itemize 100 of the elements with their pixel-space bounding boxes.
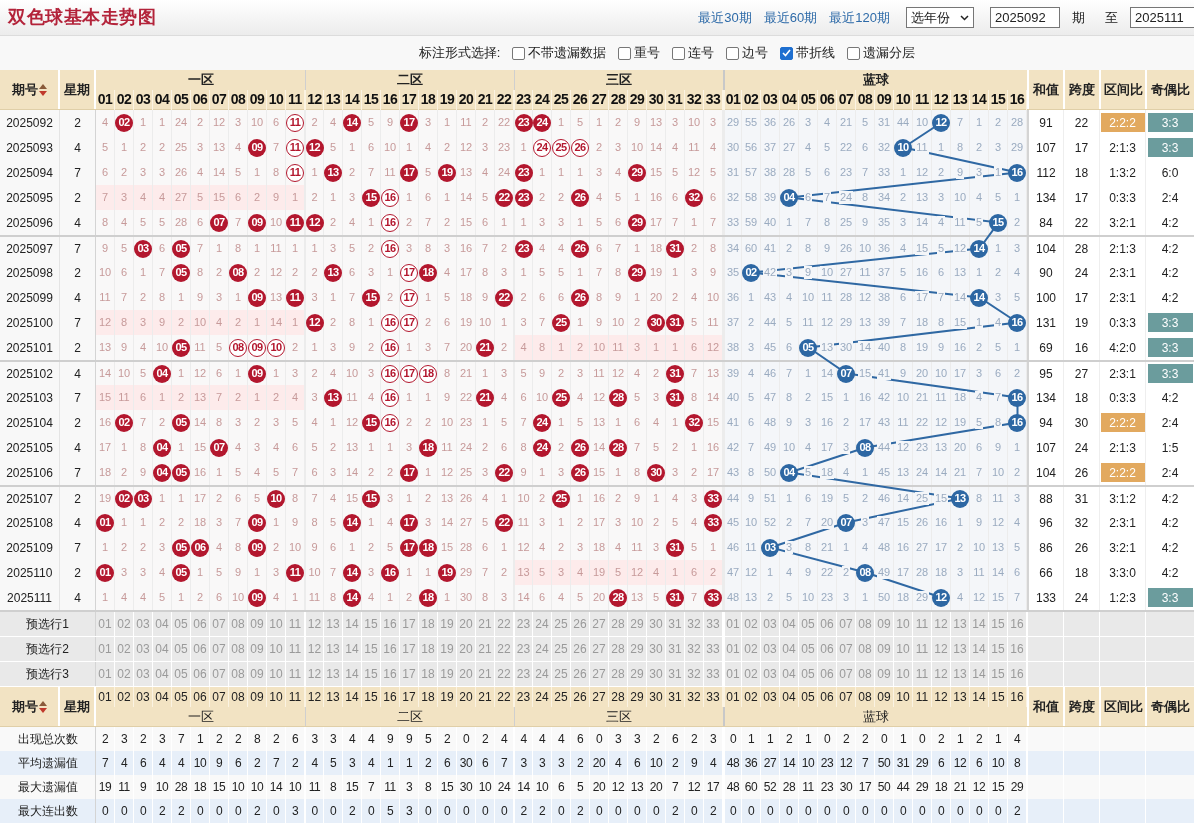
- checkbox[interactable]: [726, 46, 740, 60]
- number-toggle[interactable]: 03: [761, 662, 780, 686]
- number-toggle[interactable]: 28: [609, 637, 628, 661]
- number-toggle[interactable]: 19: [438, 662, 457, 686]
- number-toggle[interactable]: 16: [381, 662, 400, 686]
- number-toggle[interactable]: 31: [666, 662, 685, 686]
- number-toggle[interactable]: 14: [970, 662, 989, 686]
- number-toggle[interactable]: 04: [153, 612, 172, 636]
- number-toggle[interactable]: 32: [685, 612, 704, 636]
- number-toggle[interactable]: 12: [305, 612, 324, 636]
- checkbox-label[interactable]: 连号: [688, 43, 715, 63]
- number-toggle[interactable]: 16: [1008, 637, 1027, 661]
- number-toggle[interactable]: 13: [324, 662, 343, 686]
- number-toggle[interactable]: 11: [913, 637, 932, 661]
- checkbox[interactable]: [847, 46, 861, 60]
- number-toggle[interactable]: 09: [248, 662, 267, 686]
- year-select[interactable]: 选年份: [906, 7, 974, 28]
- number-toggle[interactable]: 14: [970, 637, 989, 661]
- number-toggle[interactable]: 30: [647, 612, 666, 636]
- number-toggle[interactable]: 17: [400, 612, 419, 636]
- period-link[interactable]: 最近120期: [829, 7, 890, 28]
- number-toggle[interactable]: 02: [742, 637, 761, 661]
- number-toggle[interactable]: 21: [476, 637, 495, 661]
- number-toggle[interactable]: 02: [115, 637, 134, 661]
- sort-icon[interactable]: [38, 700, 47, 713]
- number-toggle[interactable]: 04: [780, 662, 799, 686]
- number-toggle[interactable]: 12: [932, 637, 951, 661]
- number-toggle[interactable]: 03: [134, 612, 153, 636]
- number-toggle[interactable]: 31: [666, 612, 685, 636]
- number-toggle[interactable]: 25: [552, 637, 571, 661]
- number-toggle[interactable]: 08: [856, 637, 875, 661]
- number-toggle[interactable]: 16: [1008, 612, 1027, 636]
- number-toggle[interactable]: 11: [286, 637, 305, 661]
- number-toggle[interactable]: 18: [419, 662, 438, 686]
- number-toggle[interactable]: 24: [533, 662, 552, 686]
- number-toggle[interactable]: 04: [153, 662, 172, 686]
- number-toggle[interactable]: 22: [495, 612, 514, 636]
- number-toggle[interactable]: 14: [970, 612, 989, 636]
- number-toggle[interactable]: 10: [267, 637, 286, 661]
- number-toggle[interactable]: 01: [723, 612, 742, 636]
- number-toggle[interactable]: 09: [875, 662, 894, 686]
- end-period-field[interactable]: 2025111: [1130, 7, 1194, 28]
- period-link[interactable]: 最近60期: [763, 7, 818, 28]
- number-toggle[interactable]: 02: [742, 662, 761, 686]
- number-toggle[interactable]: 23: [514, 612, 533, 636]
- number-toggle[interactable]: 11: [286, 612, 305, 636]
- number-toggle[interactable]: 19: [438, 612, 457, 636]
- checkbox-label[interactable]: 带折线: [796, 43, 836, 63]
- number-toggle[interactable]: 07: [837, 612, 856, 636]
- number-toggle[interactable]: 01: [96, 662, 115, 686]
- number-toggle[interactable]: 08: [229, 662, 248, 686]
- number-toggle[interactable]: 09: [875, 612, 894, 636]
- number-toggle[interactable]: 31: [666, 637, 685, 661]
- number-toggle[interactable]: 27: [590, 612, 609, 636]
- number-toggle[interactable]: 03: [134, 662, 153, 686]
- number-toggle[interactable]: 09: [248, 612, 267, 636]
- column-title[interactable]: 期号: [11, 79, 38, 100]
- number-toggle[interactable]: 15: [362, 637, 381, 661]
- number-toggle[interactable]: 23: [514, 637, 533, 661]
- number-toggle[interactable]: 17: [400, 662, 419, 686]
- number-toggle[interactable]: 06: [191, 612, 210, 636]
- number-toggle[interactable]: 11: [286, 662, 305, 686]
- number-toggle[interactable]: 06: [818, 662, 837, 686]
- number-toggle[interactable]: 24: [533, 612, 552, 636]
- number-toggle[interactable]: 15: [989, 662, 1008, 686]
- number-toggle[interactable]: 05: [172, 662, 191, 686]
- checkbox[interactable]: [618, 46, 632, 60]
- number-toggle[interactable]: 26: [571, 637, 590, 661]
- number-toggle[interactable]: 33: [704, 662, 723, 686]
- number-toggle[interactable]: 05: [799, 612, 818, 636]
- number-toggle[interactable]: 16: [381, 637, 400, 661]
- number-toggle[interactable]: 20: [457, 612, 476, 636]
- number-toggle[interactable]: 29: [628, 662, 647, 686]
- checkbox-label[interactable]: 遗漏分层: [863, 43, 916, 63]
- number-toggle[interactable]: 04: [153, 637, 172, 661]
- number-toggle[interactable]: 16: [1008, 662, 1027, 686]
- number-toggle[interactable]: 25: [552, 612, 571, 636]
- number-toggle[interactable]: 14: [343, 637, 362, 661]
- number-toggle[interactable]: 21: [476, 612, 495, 636]
- number-toggle[interactable]: 07: [210, 637, 229, 661]
- number-toggle[interactable]: 25: [552, 662, 571, 686]
- number-toggle[interactable]: 23: [514, 662, 533, 686]
- number-toggle[interactable]: 22: [495, 637, 514, 661]
- number-toggle[interactable]: 10: [267, 612, 286, 636]
- number-toggle[interactable]: 08: [856, 662, 875, 686]
- number-toggle[interactable]: 12: [932, 612, 951, 636]
- number-toggle[interactable]: 13: [951, 637, 970, 661]
- number-toggle[interactable]: 32: [685, 637, 704, 661]
- number-toggle[interactable]: 03: [761, 637, 780, 661]
- number-toggle[interactable]: 08: [856, 612, 875, 636]
- number-toggle[interactable]: 01: [723, 637, 742, 661]
- number-toggle[interactable]: 27: [590, 637, 609, 661]
- number-toggle[interactable]: 01: [96, 612, 115, 636]
- number-toggle[interactable]: 13: [324, 637, 343, 661]
- checkbox[interactable]: [512, 46, 526, 60]
- number-toggle[interactable]: 12: [932, 662, 951, 686]
- number-toggle[interactable]: 08: [229, 612, 248, 636]
- number-toggle[interactable]: 20: [457, 662, 476, 686]
- number-toggle[interactable]: 29: [628, 637, 647, 661]
- checkbox[interactable]: [672, 46, 686, 60]
